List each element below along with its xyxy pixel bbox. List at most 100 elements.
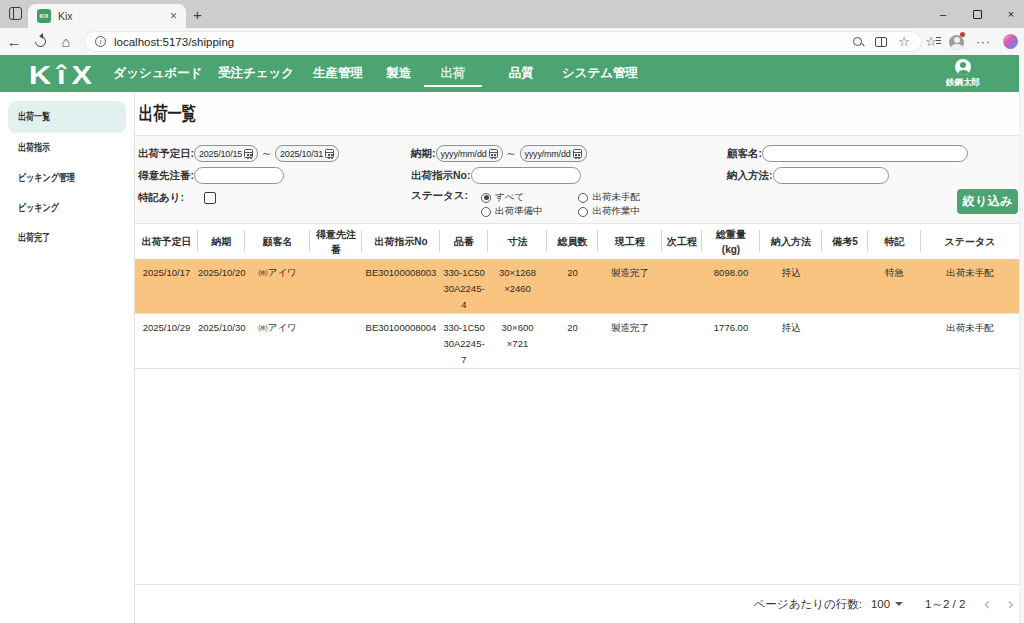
- sidebar-item-2[interactable]: 出荷指示: [8, 133, 126, 163]
- table-cell: [310, 314, 362, 369]
- tab-close-icon[interactable]: ×: [170, 9, 177, 23]
- status-label: ステータス:: [411, 189, 468, 203]
- column-header[interactable]: 次工程: [662, 224, 702, 259]
- rows-per-page-caret-icon[interactable]: [895, 602, 903, 606]
- column-header[interactable]: 総員数: [547, 224, 598, 259]
- nav-item-3[interactable]: 生産管理: [313, 55, 363, 92]
- table-cell: 2025/10/17: [135, 259, 198, 314]
- radio-icon: [481, 207, 491, 217]
- copilot-icon[interactable]: [1003, 34, 1018, 49]
- calendar-icon[interactable]: [489, 149, 498, 158]
- nav-item-6[interactable]: 品質: [509, 55, 534, 92]
- delivery-method-label: 納入方法:: [727, 169, 773, 183]
- table-cell: 特急: [868, 259, 921, 314]
- special-note-label: 特記あり:: [138, 191, 184, 205]
- rows-per-page-select[interactable]: 100: [871, 598, 890, 610]
- address-bar[interactable]: i localhost:5173/shipping ☆: [84, 31, 922, 52]
- column-header[interactable]: 納入方法: [760, 224, 822, 259]
- nav-item-7[interactable]: システム管理: [562, 55, 638, 92]
- calendar-icon[interactable]: [325, 149, 334, 158]
- column-header[interactable]: 総重量 (kg): [702, 224, 760, 259]
- table-row[interactable]: 2025/10/292025/10/30㈱アイワBE30100008004330…: [135, 314, 1019, 369]
- table-cell: [868, 314, 921, 369]
- sidebar-item-5[interactable]: 出荷完了: [8, 223, 126, 253]
- nav-item-4[interactable]: 製造: [387, 55, 412, 92]
- delivery-date-from-input[interactable]: yyyy/mm/dd: [436, 145, 503, 162]
- sidebar-item-1[interactable]: 出荷一覧: [8, 101, 126, 133]
- column-header[interactable]: 得意先注番: [310, 224, 362, 259]
- site-info-icon[interactable]: i: [95, 36, 106, 47]
- column-header[interactable]: 備考5: [822, 224, 868, 259]
- special-note-checkbox[interactable]: [204, 192, 216, 204]
- shipping-date-to-input[interactable]: 2025/10/31: [275, 145, 339, 162]
- column-header[interactable]: 特記: [868, 224, 921, 259]
- table-cell: 20: [547, 259, 598, 314]
- table-cell: [662, 314, 702, 369]
- calendar-icon[interactable]: [244, 149, 253, 158]
- table-cell: 1776.00: [702, 314, 760, 369]
- delivery-date-to-input[interactable]: yyyy/mm/dd: [520, 145, 587, 162]
- column-header[interactable]: 品番: [440, 224, 488, 259]
- split-screen-icon[interactable]: [875, 37, 887, 47]
- table-row[interactable]: 2025/10/172025/10/20㈱アイワBE30100008003330…: [135, 259, 1019, 314]
- search-icon[interactable]: [852, 36, 864, 48]
- column-header[interactable]: 出荷指示No: [362, 224, 440, 259]
- customer-order-no-input[interactable]: [194, 167, 284, 184]
- column-header[interactable]: 納期: [198, 224, 245, 259]
- new-tab-icon[interactable]: +: [193, 6, 202, 23]
- radio-icon: [481, 193, 491, 203]
- filter-button[interactable]: 絞り込み: [957, 189, 1018, 214]
- user-avatar-icon: [955, 59, 971, 75]
- favorites-icon[interactable]: ☆: [925, 34, 937, 49]
- profile-avatar-icon[interactable]: [949, 33, 964, 51]
- status-radio-4[interactable]: 出荷作業中: [578, 206, 640, 217]
- column-header[interactable]: 現工程: [598, 224, 662, 259]
- back-icon[interactable]: ←: [6, 34, 22, 50]
- close-icon[interactable]: ×: [994, 0, 1024, 28]
- status-radio-1[interactable]: すべて: [481, 192, 543, 203]
- browser-toolbar: ← ⌂ i localhost:5173/shipping ☆ ☆ ···: [0, 28, 1024, 55]
- calendar-icon[interactable]: [573, 149, 582, 158]
- app-navbar: KîX ダッシュボード受注チェック生産管理製造出荷品質システム管理 鉄鋼太郎: [0, 55, 1024, 92]
- nav-item-2[interactable]: 受注チェック: [218, 55, 294, 92]
- browser-titlebar: KIX Kix × + – ×: [0, 0, 1024, 28]
- radio-icon: [578, 193, 588, 203]
- browser-tab[interactable]: KIX Kix ×: [28, 4, 186, 28]
- customer-label: 顧客名:: [727, 147, 762, 161]
- home-icon[interactable]: ⌂: [58, 34, 74, 50]
- prev-page-icon[interactable]: ‹: [983, 594, 990, 614]
- tab-workspaces-icon[interactable]: [9, 7, 22, 20]
- status-radio-3[interactable]: 出荷未手配: [578, 192, 640, 203]
- column-header[interactable]: 出荷予定日: [135, 224, 198, 259]
- column-header[interactable]: ステータス: [921, 224, 1019, 259]
- table-cell: BE30100008004: [362, 314, 440, 369]
- user-menu[interactable]: 鉄鋼太郎: [946, 59, 980, 89]
- page-scrollbar[interactable]: [1019, 55, 1024, 623]
- shipping-date-from-input[interactable]: 2025/10/15: [194, 145, 258, 162]
- bookmark-star-icon[interactable]: ☆: [898, 34, 910, 49]
- table-cell: 持込: [760, 259, 822, 314]
- reload-icon[interactable]: [32, 34, 48, 50]
- column-header[interactable]: 顧客名: [245, 224, 310, 259]
- sidebar-item-3[interactable]: ピッキング管理: [8, 163, 126, 193]
- table-cell: 製造完了: [598, 314, 662, 369]
- app-logo[interactable]: KîX: [29, 60, 98, 91]
- minimize-icon[interactable]: –: [926, 0, 960, 28]
- shipping-instruction-no-input[interactable]: [471, 167, 581, 184]
- customer-order-no-label: 得意先注番:: [138, 169, 194, 183]
- delivery-method-input[interactable]: [773, 167, 889, 184]
- status-radio-2[interactable]: 出荷準備中: [481, 206, 543, 217]
- radio-icon: [578, 207, 588, 217]
- next-page-icon[interactable]: ›: [1007, 594, 1014, 614]
- customer-input[interactable]: [762, 145, 968, 162]
- shipping-date-label: 出荷予定日:: [138, 147, 194, 161]
- sidebar-item-4[interactable]: ピッキング: [8, 193, 126, 223]
- table-cell: 330-1C50 30A2245- 7: [440, 314, 488, 369]
- nav-item-1[interactable]: ダッシュボード: [113, 55, 202, 92]
- date-range-separator: ～: [261, 146, 272, 161]
- column-header[interactable]: 寸法: [488, 224, 547, 259]
- sidebar: 出荷一覧出荷指示ピッキング管理ピッキング出荷完了: [0, 92, 135, 623]
- radio-label: 出荷未手配: [592, 191, 640, 204]
- maximize-icon[interactable]: [960, 0, 994, 28]
- more-menu-icon[interactable]: ···: [976, 35, 991, 49]
